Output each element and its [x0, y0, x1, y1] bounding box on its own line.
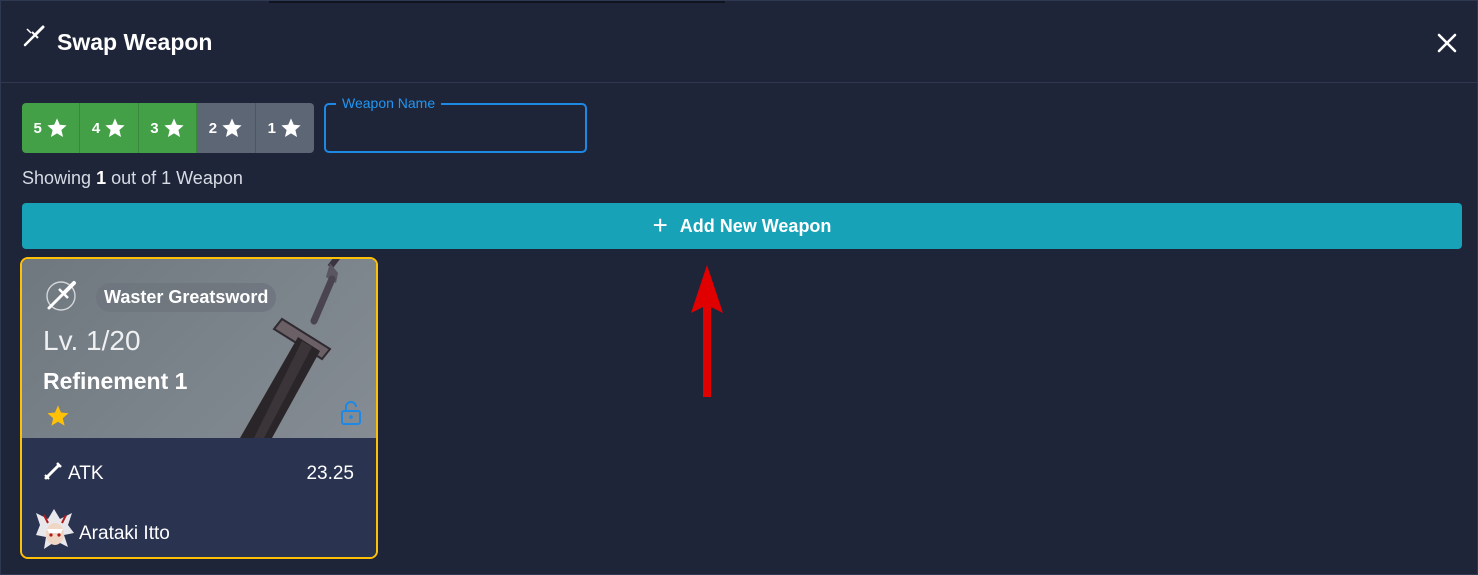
- annotation-arrow: [691, 265, 723, 397]
- stat-name: ATK: [68, 463, 104, 484]
- close-icon[interactable]: [1433, 29, 1461, 57]
- star-icon: [222, 118, 242, 137]
- character-avatar: [36, 509, 74, 549]
- star-icon: [47, 118, 67, 137]
- star-icon: [164, 118, 184, 137]
- stat-value: 23.25: [306, 463, 354, 484]
- rarity-filter-2[interactable]: 2: [197, 103, 256, 153]
- star-icon: [281, 118, 301, 137]
- atk-sword-icon: [44, 462, 62, 480]
- plus-icon: +: [652, 209, 668, 240]
- showing-count: Showing 1 out of 1 Weapon: [22, 168, 243, 189]
- showing-suffix: out of 1 Weapon: [111, 168, 243, 188]
- rarity-filter-label: 4: [91, 119, 101, 137]
- rarity-filter-1[interactable]: 1: [255, 103, 314, 153]
- weapon-name-field[interactable]: Weapon Name: [324, 95, 587, 153]
- modal-title: Swap Weapon: [57, 29, 213, 55]
- star-icon: [47, 405, 69, 426]
- rarity-filter-label: 1: [267, 119, 276, 137]
- claymore-type-icon: [46, 281, 76, 311]
- lock-open-icon[interactable]: [339, 400, 363, 426]
- showing-prefix: Showing: [22, 168, 92, 188]
- weapon-name-label: Weapon Name: [336, 95, 442, 111]
- rarity-filter-label: 2: [208, 119, 218, 137]
- rarity-filter-5[interactable]: 5: [22, 103, 81, 153]
- character-name: Arataki Itto: [79, 523, 170, 544]
- weapon-level: Lv. 1/20: [43, 325, 141, 356]
- claymore-icon: [23, 25, 45, 47]
- star-icon: [105, 118, 125, 137]
- weapon-name-input[interactable]: [336, 117, 576, 141]
- rarity-filter-group: 5 4 3 2 1: [22, 103, 314, 153]
- weapon-name: Waster Greatsword: [96, 283, 277, 312]
- showing-shown: 1: [96, 168, 107, 188]
- add-new-weapon-label: Add New Weapon: [679, 215, 832, 236]
- rarity-filter-label: 5: [33, 119, 42, 137]
- modal-header: Swap Weapon: [1, 1, 1478, 83]
- weapon-refinement: Refinement 1: [43, 368, 188, 394]
- swap-weapon-modal: Swap Weapon 5 4 3 2 1 Weapon Name Showing 1 …: [0, 0, 1478, 575]
- rarity-filter-label: 3: [150, 119, 159, 137]
- add-new-weapon-button[interactable]: + Add New Weapon: [22, 203, 1462, 249]
- rarity-filter-4[interactable]: 4: [80, 103, 139, 153]
- rarity-filter-3[interactable]: 3: [138, 103, 198, 153]
- weapon-card[interactable]: Waster Greatsword Lv. 1/20 Refinement 1 …: [20, 257, 378, 559]
